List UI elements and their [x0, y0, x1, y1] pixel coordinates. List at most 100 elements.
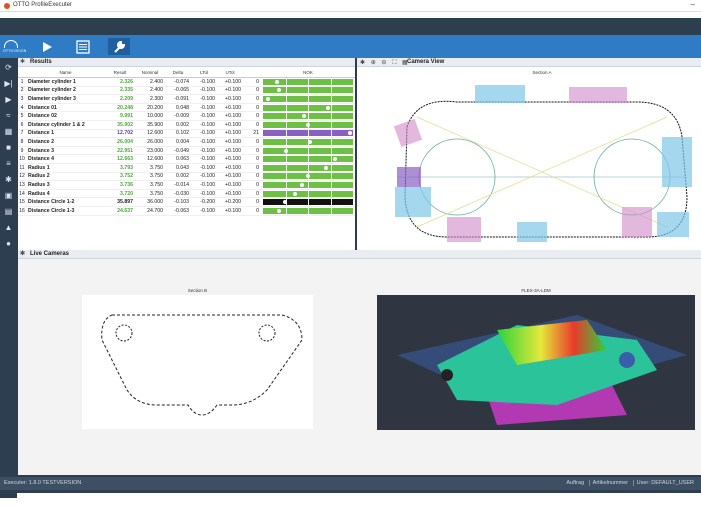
tolerance-tick — [330, 130, 332, 137]
version-text: Executer: 1.8.0 TESTVERSION — [4, 480, 82, 486]
roi-box[interactable] — [397, 167, 421, 187]
tolerance-tick — [285, 190, 287, 197]
table-row[interactable]: 13 Radius 3 3.736 3.750 -0.014 -0.100 +0.100 0 — [18, 180, 355, 190]
column-header[interactable]: UTol — [217, 67, 243, 78]
play-small-icon[interactable]: ▶ — [3, 94, 14, 105]
user-icon[interactable]: ● — [3, 238, 14, 249]
roi-box[interactable] — [662, 137, 692, 187]
table-row[interactable]: 5 Distance 02 9.991 10.000 -0.009 -0.100 +0.10… — [18, 111, 355, 121]
roi-box[interactable] — [569, 87, 627, 103]
lock-icon[interactable]: ▲ — [3, 222, 14, 233]
column-header[interactable]: LTol — [191, 67, 217, 78]
table-row[interactable]: 7 Distance 1 12.702 12.600 0.102 -0.100 +0.100… — [18, 129, 355, 139]
table-row[interactable]: 10 Distance 4 12.663 12.600 0.063 -0.100 +0.10… — [18, 154, 355, 164]
tolerance-tick — [330, 95, 332, 102]
wave-icon[interactable]: ≈ — [3, 110, 14, 121]
table-row[interactable]: 16 Distance Circle 1-3 24.637 24.700 -0.063-… — [18, 206, 355, 216]
roi-box[interactable] — [395, 187, 431, 217]
table-row[interactable]: 9 Distance 3 22.951 23.000 -0.049 -0.100 +0.10… — [18, 146, 355, 156]
row-tolerance-bar — [261, 189, 355, 199]
column-header[interactable]: NOK — [261, 67, 355, 78]
row-utol: +0.100 — [217, 111, 243, 121]
brand-text: OTTOVISION — [3, 49, 27, 53]
table-row[interactable]: 12 Radius 2 3.752 3.750 0.002 -0.100 +0.100 0 — [18, 172, 355, 182]
column-header[interactable]: Delta — [165, 67, 191, 78]
tolerance-tick — [330, 87, 332, 94]
table-row[interactable]: 11 Radius 1 3.793 3.750 0.043 -0.100 +0.100 0 — [18, 163, 355, 173]
row-index: 6 — [18, 120, 26, 130]
print-icon[interactable]: ▤ — [3, 206, 14, 217]
artikel-field[interactable]: Artikelnummer — [588, 480, 632, 486]
column-header[interactable]: Result — [105, 67, 135, 78]
row-name: Distance Circle 1-2 — [26, 197, 105, 207]
auftrag-field[interactable]: Auftrag — [563, 480, 587, 486]
table-row[interactable]: 1 Diameter cylinder 1 2.326 2.400 -0.074 -0.1… — [18, 77, 355, 87]
grid-icon[interactable]: ▦ — [3, 126, 14, 137]
row-nok: 0 — [243, 86, 261, 96]
section-b-view[interactable] — [82, 295, 313, 429]
section-a-canvas[interactable] — [387, 77, 697, 249]
tolerance-tick — [285, 207, 287, 214]
row-index: 11 — [18, 163, 26, 173]
row-nok: 0 — [243, 137, 261, 147]
gear-icon[interactable]: ✱ — [3, 174, 14, 185]
roi-box[interactable] — [657, 212, 689, 237]
user-field[interactable]: User: DEFAULT_USER — [632, 480, 697, 486]
row-name: Distance 01 — [26, 103, 105, 113]
play-button[interactable] — [36, 38, 58, 55]
camera-view-title: Camera View — [407, 59, 445, 65]
row-utol: +0.100 — [217, 129, 243, 139]
row-nok: 0 — [243, 189, 261, 199]
roi-box[interactable] — [393, 118, 423, 148]
roi-box[interactable] — [475, 85, 525, 103]
row-nok: 0 — [243, 103, 261, 113]
brand-arc-icon — [4, 40, 18, 48]
row-utol: +0.100 — [217, 172, 243, 182]
row-nominal: 35.900 — [135, 120, 165, 130]
table-row[interactable]: 15 Distance Circle 1-2 35.897 36.000 -0.103-… — [18, 197, 355, 207]
row-utol: +0.100 — [217, 189, 243, 199]
table-row[interactable]: 2 Diameter cylinder 2 2.335 2.400 -0.065 -0.1… — [18, 86, 355, 96]
table-row[interactable]: 4 Distance 01 20.248 20.200 0.048 -0.100 +0.10… — [18, 103, 355, 113]
row-utol: +0.100 — [217, 86, 243, 96]
flex-camera-label: FLEX-3A-LDM — [521, 288, 551, 293]
row-name: Diameter cylinder 2 — [26, 86, 105, 96]
gear-icon[interactable]: ✱ — [20, 58, 25, 67]
roi-box[interactable] — [622, 207, 652, 237]
tolerance-marker — [274, 79, 279, 84]
refresh-icon[interactable]: ⟳ — [3, 62, 14, 73]
flex-3d-canvas — [397, 315, 687, 425]
program-list-button[interactable] — [72, 38, 94, 55]
row-index: 15 — [18, 197, 26, 207]
image-icon[interactable]: ▣ — [3, 190, 14, 201]
column-header[interactable]: Nominal — [135, 67, 165, 78]
roi-box[interactable] — [517, 222, 547, 242]
row-index: 13 — [18, 180, 26, 190]
table-row[interactable]: 8 Distance 2 26.004 26.000 0.004 -0.100 +0.100… — [18, 137, 355, 147]
camera-icon[interactable]: ■ — [3, 142, 14, 153]
row-index: 5 — [18, 111, 26, 121]
row-tolerance-bar — [261, 163, 355, 173]
row-utol: +0.100 — [217, 154, 243, 164]
column-header[interactable]: Name — [26, 67, 105, 78]
row-nominal: 3.750 — [135, 163, 165, 173]
roi-box[interactable] — [447, 217, 481, 242]
row-nominal: 3.750 — [135, 180, 165, 190]
tolerance-bar — [263, 173, 353, 180]
row-name: Diameter cylinder 1 — [26, 77, 105, 87]
flex-3d-view[interactable] — [377, 295, 695, 430]
view-tools-icons[interactable]: ✱ ⊕ ⊖ ⛶ ▦ — [360, 59, 410, 67]
tolerance-tick — [330, 113, 332, 120]
row-nominal: 12.600 — [135, 154, 165, 164]
table-row[interactable]: 3 Diameter cylinder 3 2.209 2.300 -0.091 -0.1… — [18, 94, 355, 104]
tools-button[interactable] — [108, 38, 130, 55]
sliders-icon[interactable]: ≡ — [3, 158, 14, 169]
table-row[interactable]: 6 Distance cylinder 1 & 2 35.902 35.900 0.00… — [18, 120, 355, 130]
row-delta: 0.043 — [165, 163, 191, 173]
row-index: 9 — [18, 146, 26, 156]
step-forward-icon[interactable]: ▶| — [3, 78, 14, 89]
table-row[interactable]: 14 Radius 4 3.720 3.750 -0.030 -0.100 +0.100 0 — [18, 189, 355, 199]
gear-icon[interactable]: ✱ — [20, 250, 25, 259]
row-tolerance-bar — [261, 154, 355, 164]
minimize-button[interactable]: – — [691, 0, 695, 9]
